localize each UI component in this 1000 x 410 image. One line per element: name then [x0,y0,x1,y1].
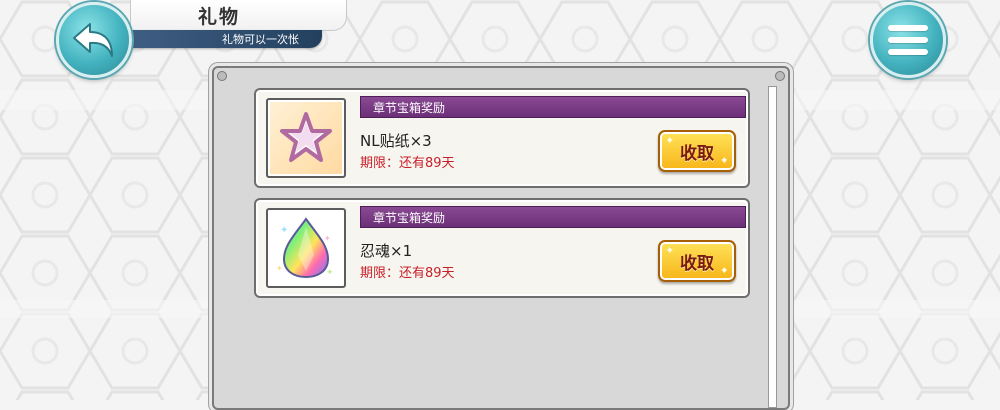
star-sticker-icon [280,112,332,162]
panel-screw [775,71,785,81]
page-title: 礼物 [198,6,241,28]
item-category-label: 章节宝箱奖励 [373,211,446,225]
reward-item: ✦ ✦ ✦ ✦ 章节宝箱奖励 忍魂×1 期限：还有89天 收取 ✦ ✦ [254,198,750,298]
panel-screw [217,71,227,81]
back-button[interactable] [56,2,132,78]
page-subtitle: 礼物可以一次怅 [222,33,299,46]
back-arrow-icon [73,23,113,57]
item-category-header: 章节宝箱奖励 [360,206,746,228]
list-scrollbar[interactable] [768,86,777,408]
item-category-header: 章节宝箱奖励 [360,96,746,118]
item-expire: 期限：还有89天 [360,156,455,171]
reward-item: 章节宝箱奖励 NL贴纸×3 期限：还有89天 收取 ✦ ✦ [254,88,750,188]
sparkle-icon: ✦ [666,246,674,256]
sparkle-icon: ✦ [666,136,674,146]
item-name: NL贴纸×3 [360,132,432,150]
rainbow-gem-icon: ✦ ✦ ✦ ✦ [276,217,334,279]
hamburger-menu-icon-bar [888,37,928,43]
svg-text:✦: ✦ [324,234,331,243]
sparkle-icon: ✦ [720,156,728,166]
hamburger-menu-icon-bar [888,49,928,55]
item-expire: 期限：还有89天 [360,266,455,281]
item-icon-frame: ✦ ✦ ✦ ✦ [266,208,346,288]
menu-button[interactable] [870,2,946,78]
claim-button[interactable]: 收取 ✦ ✦ [658,130,736,172]
svg-text:✦: ✦ [280,225,288,236]
item-icon-frame [266,98,346,178]
claim-button-label: 收取 [680,253,714,274]
svg-text:✦: ✦ [276,264,283,273]
claim-button-label: 收取 [680,143,714,164]
svg-text:✦: ✦ [326,268,334,278]
hamburger-menu-icon [888,25,928,31]
item-category-label: 章节宝箱奖励 [373,101,446,115]
sparkle-icon: ✦ [720,266,728,276]
claim-button[interactable]: 收取 ✦ ✦ [658,240,736,282]
item-name: 忍魂×1 [360,242,413,260]
